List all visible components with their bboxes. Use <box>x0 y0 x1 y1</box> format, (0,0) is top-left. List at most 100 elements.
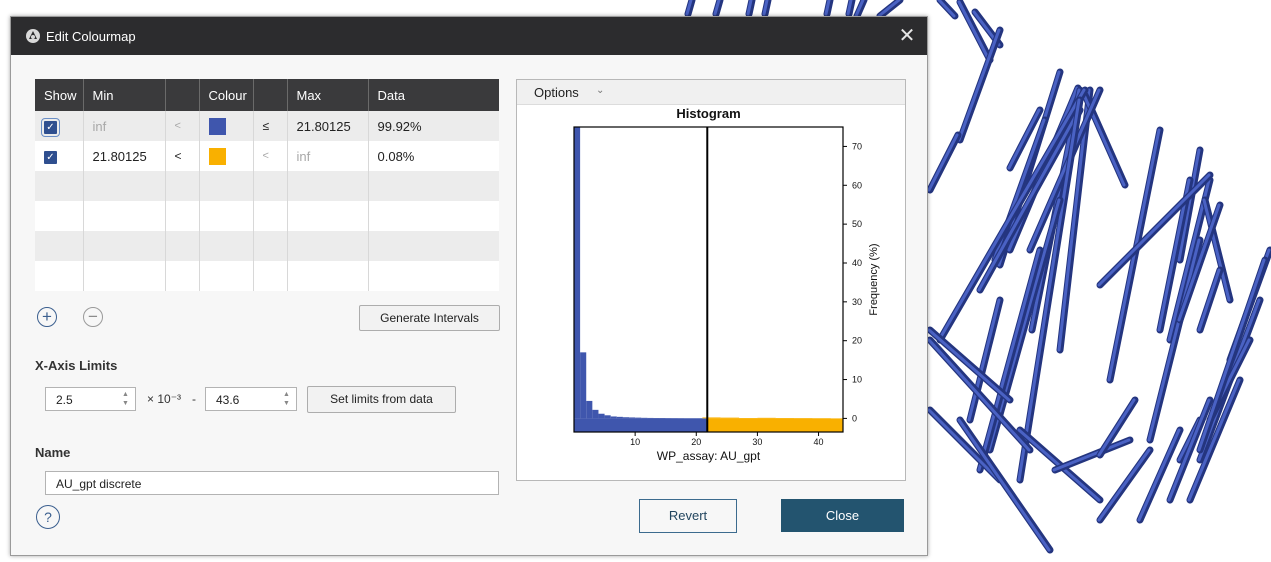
histogram-bar <box>757 417 776 419</box>
name-field[interactable] <box>45 471 499 495</box>
histogram-bar <box>592 409 599 419</box>
column-header-op2 <box>253 79 288 111</box>
desktop-scene: Edit Colourmap ✕ Show Min Colour Max Dat… <box>0 0 1271 562</box>
revert-button[interactable]: Revert <box>639 499 737 533</box>
histogram-panel: Options ⌄ Histogram 0 10 20 30 40 50 60 70 10 20 30… <box>516 79 906 481</box>
generate-intervals-button[interactable]: Generate Intervals <box>359 305 500 331</box>
drillhole-highlight <box>1052 438 1131 472</box>
column-header-max: Max <box>287 79 369 111</box>
histogram-bar <box>641 417 648 419</box>
lower-range-band <box>574 418 708 432</box>
edit-colourmap-dialog: Edit Colourmap ✕ Show Min Colour Max Dat… <box>10 16 928 556</box>
table-row[interactable]: ✓ inf < ≤ 21.80125 99.92% <box>35 111 499 141</box>
y-tick-label: 30 <box>852 297 862 307</box>
x-axis-label: WP_assay: AU_gpt <box>657 449 761 463</box>
data-cell: 0.08% <box>368 141 499 171</box>
column-header-op1 <box>165 79 200 111</box>
upper-range-band <box>707 418 843 432</box>
minus-circle-icon: − <box>88 307 98 326</box>
drillhole-highlight <box>957 28 1001 142</box>
histogram-bar <box>629 417 636 419</box>
histogram-bar <box>586 400 593 419</box>
set-limits-label: Set limits from data <box>330 392 433 406</box>
histogram-bar <box>598 413 605 419</box>
close-button[interactable]: Close <box>781 499 904 532</box>
colour-swatch[interactable] <box>208 147 226 165</box>
options-menu[interactable]: Options <box>534 85 579 100</box>
spinner-arrows-icon[interactable]: ▲ ▼ <box>121 390 130 408</box>
x-axis-min-input[interactable] <box>54 392 118 408</box>
revert-label: Revert <box>668 508 708 523</box>
max-cell[interactable]: 21.80125 <box>287 111 369 141</box>
x-axis-multiplier: × 10⁻³ <box>147 392 182 406</box>
add-interval-button[interactable]: + <box>37 307 57 327</box>
max-operator: < <box>253 141 288 171</box>
x-axis-max-field[interactable]: ▲▼ <box>205 387 297 411</box>
name-label: Name <box>35 445 71 460</box>
x-tick-label: 20 <box>691 437 701 447</box>
plot-area <box>574 127 843 432</box>
remove-interval-button[interactable]: − <box>83 307 103 327</box>
column-header-min: Min <box>83 79 166 111</box>
help-icon[interactable]: ? <box>36 505 60 529</box>
x-tick-label: 30 <box>752 437 762 447</box>
close-icon[interactable]: ✕ <box>895 24 919 48</box>
range-separator: - <box>192 392 196 406</box>
x-axis-limits-label: X-Axis Limits <box>35 358 118 373</box>
drillhole-highlight <box>927 133 959 192</box>
histogram-bar <box>610 416 617 419</box>
colour-swatch[interactable] <box>208 117 226 135</box>
histogram-bar <box>580 352 587 419</box>
column-header-data: Data <box>368 79 499 111</box>
min-cell[interactable]: inf <box>83 111 166 141</box>
chevron-down-icon[interactable]: ⌄ <box>596 85 604 96</box>
y-axis-label: Frequency (%) <box>868 243 880 315</box>
generate-intervals-label: Generate Intervals <box>380 311 479 325</box>
column-header-colour: Colour <box>199 79 254 111</box>
drillhole-highlight <box>877 0 901 18</box>
max-operator: ≤ <box>253 111 288 141</box>
show-checkbox[interactable]: ✓ <box>41 118 60 137</box>
show-checkbox[interactable]: ✓ <box>44 151 57 164</box>
colour-cell <box>199 141 254 171</box>
histogram-bar <box>720 417 740 419</box>
y-tick-label: 70 <box>852 141 862 151</box>
x-axis-min-field[interactable]: ▲▼ <box>45 387 136 411</box>
histogram-bar <box>616 416 623 419</box>
y-tick-label: 10 <box>852 375 862 385</box>
show-cell: ✓ <box>35 111 84 141</box>
y-tick-label: 40 <box>852 258 862 268</box>
x-tick-label: 10 <box>630 437 640 447</box>
drillhole-highlight <box>1197 258 1266 452</box>
x-tick-label: 40 <box>814 437 824 447</box>
name-input[interactable] <box>54 476 478 492</box>
show-cell: ✓ <box>35 141 84 171</box>
chart-title: Histogram <box>676 106 740 121</box>
table-row[interactable]: ✓ 21.80125 < < inf 0.08% <box>35 141 499 171</box>
x-axis-max-input[interactable] <box>214 392 278 408</box>
histogram-bar <box>574 127 581 419</box>
histogram-chart[interactable]: Histogram 0 10 20 30 40 50 60 70 10 20 30 40 WP_assay… <box>517 105 905 480</box>
y-tick-label: 20 <box>852 336 862 346</box>
max-cell[interactable]: inf <box>287 141 369 171</box>
empty-row <box>35 171 499 201</box>
plus-circle-icon: + <box>42 307 52 326</box>
table-header-row: Show Min Colour Max Data <box>35 79 499 111</box>
colour-cell <box>199 111 254 141</box>
empty-row <box>35 201 499 231</box>
app-logo-icon <box>26 29 40 43</box>
dialog-titlebar: Edit Colourmap ✕ <box>11 17 927 55</box>
y-tick-label: 0 <box>852 413 857 423</box>
data-cell: 99.92% <box>368 111 499 141</box>
dialog-title: Edit Colourmap <box>46 29 136 44</box>
drillhole-highlight <box>1137 428 1181 522</box>
options-bar: Options ⌄ <box>517 80 905 105</box>
spinner-arrows-icon[interactable]: ▲ ▼ <box>282 390 291 408</box>
drillhole-highlight <box>927 328 1011 402</box>
min-operator: < <box>165 141 200 171</box>
min-cell[interactable]: 21.80125 <box>83 141 166 171</box>
set-limits-from-data-button[interactable]: Set limits from data <box>307 386 456 413</box>
dialog-content: Show Min Colour Max Data ✓ inf < ≤ 21.80… <box>11 55 927 555</box>
min-operator: < <box>165 111 200 141</box>
histogram-bar <box>702 417 721 419</box>
